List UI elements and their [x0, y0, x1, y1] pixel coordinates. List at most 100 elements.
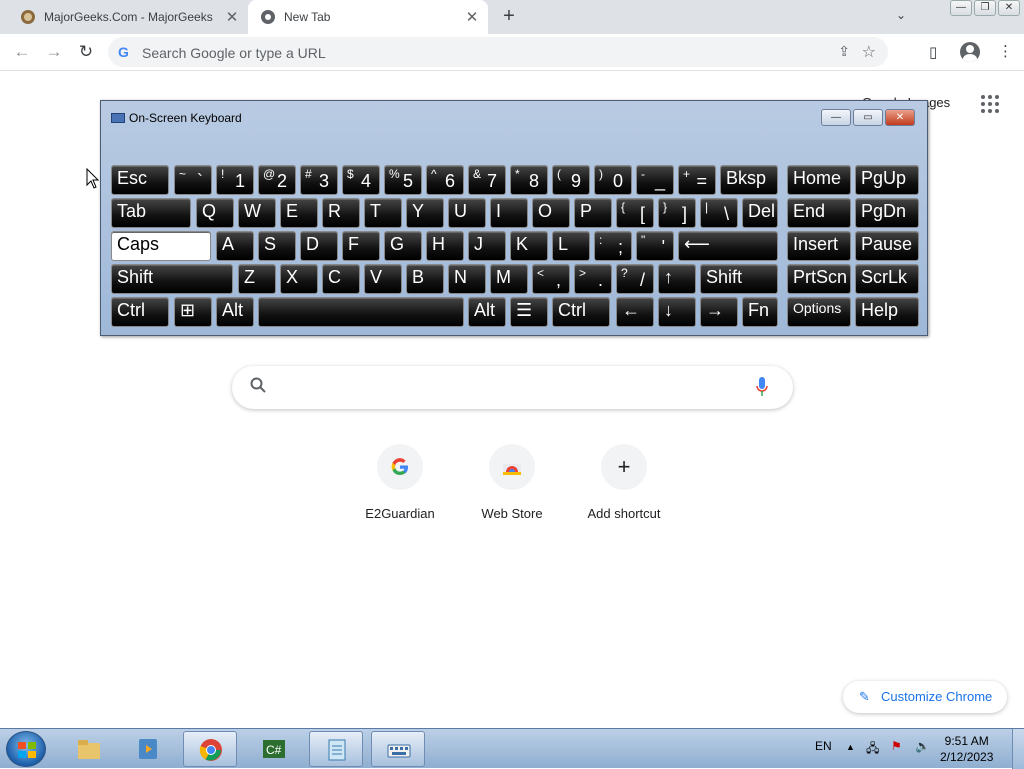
key-symbol[interactable]: {[	[616, 198, 654, 228]
chrome-taskbar-button[interactable]	[183, 731, 237, 767]
key-symbol[interactable]: ↓	[658, 297, 696, 327]
osk-taskbar-button[interactable]	[371, 731, 425, 767]
key-symbol[interactable]: →	[700, 297, 738, 327]
tab-majorgeeks[interactable]: MajorGeeks.Com - MajorGeeks ✕	[8, 0, 248, 34]
key-a[interactable]: A	[216, 231, 254, 261]
key-ctrl[interactable]: Ctrl	[552, 297, 610, 327]
key-ctrl[interactable]: Ctrl	[111, 297, 169, 327]
key-m[interactable]: M	[490, 264, 528, 294]
key-y[interactable]: Y	[406, 198, 444, 228]
back-arrow-icon[interactable]: ←	[12, 43, 32, 63]
google-search-box[interactable]	[232, 366, 793, 409]
key-g[interactable]: G	[384, 231, 422, 261]
key-3[interactable]: #3	[300, 165, 338, 195]
close-button[interactable]: ✕	[998, 0, 1020, 16]
key-symbol[interactable]: :;	[594, 231, 632, 261]
action-center-icon[interactable]: ⚑	[891, 739, 902, 753]
shortcut-add[interactable]: + Add shortcut	[569, 444, 679, 521]
key-2[interactable]: @2	[258, 165, 296, 195]
shortcut-web-store[interactable]: Web Store	[457, 444, 567, 521]
key-pgup[interactable]: PgUp	[855, 165, 919, 195]
key-j[interactable]: J	[468, 231, 506, 261]
csharp-app-taskbar-button[interactable]: C#	[247, 731, 301, 767]
key-symbol[interactable]: ↑	[658, 264, 696, 294]
key-symbol[interactable]: - _	[636, 165, 674, 195]
key-pgdn[interactable]: PgDn	[855, 198, 919, 228]
menu-kebab-icon[interactable]: ⋮	[998, 42, 1013, 60]
minimize-button[interactable]: —	[950, 0, 972, 16]
key-pause[interactable]: Pause	[855, 231, 919, 261]
side-panel-icon[interactable]: ▯	[929, 43, 937, 61]
media-player-taskbar-button[interactable]	[121, 731, 175, 767]
key-1[interactable]: ! 1	[216, 165, 254, 195]
language-indicator[interactable]: EN	[815, 739, 832, 753]
reload-icon[interactable]: ↻	[76, 43, 96, 63]
tab-new-tab[interactable]: New Tab ✕	[248, 0, 488, 34]
key-l[interactable]: L	[552, 231, 590, 261]
key-i[interactable]: I	[490, 198, 528, 228]
key-symbol[interactable]: ? /	[616, 264, 654, 294]
shortcut-e2guardian[interactable]: E2Guardian	[345, 444, 455, 521]
key-9[interactable]: (9	[552, 165, 590, 195]
key-s[interactable]: S	[258, 231, 296, 261]
apps-grid-icon[interactable]	[981, 95, 999, 113]
key-scrlk[interactable]: ScrLk	[855, 264, 919, 294]
network-icon[interactable]: 🖧	[866, 739, 879, 760]
key-del[interactable]: Del	[742, 198, 778, 228]
key-shift[interactable]: Shift	[111, 264, 233, 294]
customize-chrome-button[interactable]: ✎ Customize Chrome	[843, 681, 1007, 713]
microphone-icon[interactable]	[754, 375, 770, 399]
osk-maximize-button[interactable]: ▭	[853, 109, 883, 126]
key-o[interactable]: O	[532, 198, 570, 228]
key-n[interactable]: N	[448, 264, 486, 294]
key-b[interactable]: B	[406, 264, 444, 294]
key-symbol[interactable]: ←	[616, 297, 654, 327]
maximize-button[interactable]: ❐	[974, 0, 996, 16]
key-6[interactable]: ^ 6	[426, 165, 464, 195]
key-e[interactable]: E	[280, 198, 318, 228]
key-symbol[interactable]: ⟵	[678, 231, 778, 261]
key-k[interactable]: K	[510, 231, 548, 261]
key-prtscn[interactable]: PrtScn	[787, 264, 851, 294]
volume-icon[interactable]: 🔈	[915, 739, 930, 753]
explorer-taskbar-button[interactable]	[62, 731, 116, 767]
key-fn[interactable]: Fn	[742, 297, 778, 327]
tab-search-chevron-icon[interactable]: ⌄	[896, 8, 906, 22]
key-t[interactable]: T	[364, 198, 402, 228]
key-r[interactable]: R	[322, 198, 360, 228]
key-symbol[interactable]: ☰	[510, 297, 548, 327]
key-f[interactable]: F	[342, 231, 380, 261]
key-q[interactable]: Q	[196, 198, 234, 228]
key-symbol[interactable]: <,	[532, 264, 570, 294]
show-hidden-icons-icon[interactable]: ▲	[846, 742, 855, 752]
key-alt[interactable]: Alt	[216, 297, 254, 327]
osk-close-button[interactable]: ✕	[885, 109, 915, 126]
key-tab[interactable]: Tab	[111, 198, 191, 228]
key-insert[interactable]: Insert	[787, 231, 851, 261]
key-v[interactable]: V	[364, 264, 402, 294]
key-4[interactable]: $4	[342, 165, 380, 195]
key-h[interactable]: H	[426, 231, 464, 261]
key-w[interactable]: W	[238, 198, 276, 228]
key-end[interactable]: End	[787, 198, 851, 228]
key-x[interactable]: X	[280, 264, 318, 294]
new-tab-button[interactable]: +	[498, 6, 520, 28]
profile-avatar-icon[interactable]	[960, 42, 980, 62]
key-alt[interactable]: Alt	[468, 297, 506, 327]
key-help[interactable]: Help	[855, 297, 919, 327]
key-caps[interactable]: Caps	[111, 231, 211, 261]
key-u[interactable]: U	[448, 198, 486, 228]
key-z[interactable]: Z	[238, 264, 276, 294]
tab-close-icon[interactable]: ✕	[222, 8, 242, 26]
osk-minimize-button[interactable]: —	[821, 109, 851, 126]
notepad-taskbar-button[interactable]	[309, 731, 363, 767]
key-symbol[interactable]: >.	[574, 264, 612, 294]
key-symbol[interactable]: ~ `	[174, 165, 212, 195]
key-symbol[interactable]: " '	[636, 231, 674, 261]
key-5[interactable]: % 5	[384, 165, 422, 195]
key-p[interactable]: P	[574, 198, 612, 228]
bookmark-star-icon[interactable]: ☆	[862, 42, 876, 62]
key-7[interactable]: & 7	[468, 165, 506, 195]
key-shift[interactable]: Shift	[700, 264, 778, 294]
show-desktop-button[interactable]	[1012, 729, 1024, 769]
